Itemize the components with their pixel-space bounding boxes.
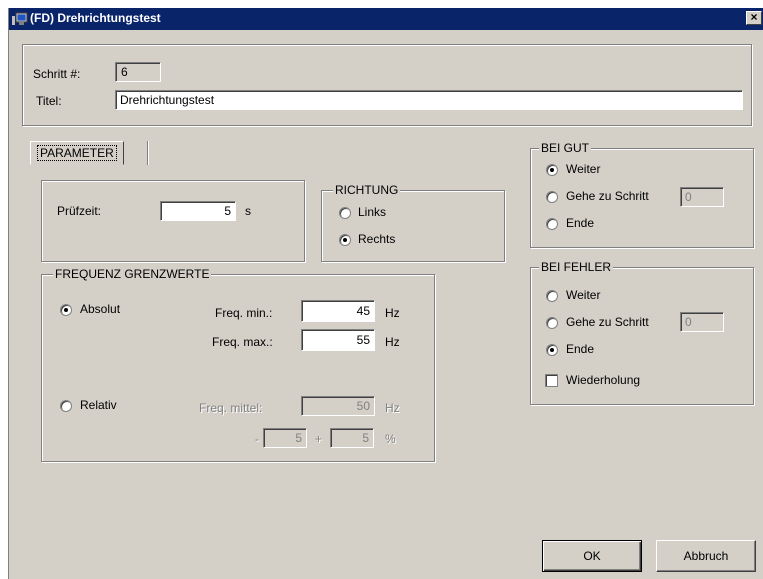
ok-button[interactable]: OK [542,540,642,572]
freq-min-label: Freq. min.: [215,306,273,320]
repeat-label[interactable]: Wiederholung [566,373,640,387]
on-error-radio-ende[interactable] [546,344,558,356]
on-error-radio-goto[interactable] [546,317,558,329]
step-field: 6 [115,62,161,82]
test-time-input[interactable]: 5 [160,201,236,221]
direction-radio-links[interactable] [339,207,351,219]
freq-mid-input[interactable]: 50 [301,396,375,416]
on-error-radio-weiter[interactable] [546,290,558,302]
on-error-legend: BEI FEHLER [539,260,614,274]
direction-option-links[interactable]: Links [358,205,386,219]
tolerance-unit: % [385,432,396,446]
title-label: Titel: [36,94,62,108]
title-input[interactable]: Drehrichtungstest [115,90,743,110]
on-good-goto-input[interactable]: 0 [680,187,724,207]
on-error-option-goto[interactable]: Gehe zu Schritt [566,315,649,329]
test-time-label: Prüfzeit: [57,204,102,218]
frequency-radio-relative[interactable] [60,400,72,412]
tolerance-minus-input[interactable]: 5 [263,428,307,448]
test-time-group [41,180,305,262]
freq-max-input[interactable]: 55 [301,329,375,351]
tolerance-plus-sign: + [315,432,323,446]
tab-strip-divider [147,141,149,165]
on-good-radio-goto[interactable] [546,191,558,203]
direction-radio-rechts[interactable] [339,234,351,246]
on-good-radio-weiter[interactable] [546,164,558,176]
freq-max-label: Freq. max.: [212,335,273,349]
on-good-legend: BEI GUT [539,141,592,155]
freq-min-unit: Hz [385,306,400,320]
test-time-unit: s [245,204,251,218]
monitor-icon [12,12,28,26]
dialog-window: (FD) Drehrichtungstest × Schritt #: 6 Ti… [8,8,763,579]
freq-max-unit: Hz [385,335,400,349]
on-error-option-ende[interactable]: Ende [566,342,594,356]
close-button[interactable]: × [746,11,762,25]
direction-group [321,190,505,262]
frequency-relative-label[interactable]: Relativ [80,398,117,412]
cancel-button[interactable]: Abbruch [656,540,756,572]
header-group [22,44,752,126]
on-good-option-ende[interactable]: Ende [566,216,594,230]
on-good-radio-ende[interactable] [546,218,558,230]
freq-mid-label: Freq. mittel: [199,401,263,415]
frequency-legend: FREQUENZ GRENZWERTE [53,267,212,281]
on-error-group [530,267,754,405]
on-good-option-weiter[interactable]: Weiter [566,162,600,176]
frequency-absolute-label[interactable]: Absolut [80,302,120,316]
direction-option-rechts[interactable]: Rechts [358,232,395,246]
on-error-option-weiter[interactable]: Weiter [566,288,600,302]
direction-legend: RICHTUNG [333,183,401,197]
frequency-radio-absolute[interactable] [60,304,72,316]
tolerance-plus-input[interactable]: 5 [330,428,374,448]
tolerance-minus-sign: - [255,432,259,446]
window-title: (FD) Drehrichtungstest [30,11,161,25]
freq-mid-unit: Hz [385,401,400,415]
on-good-option-goto[interactable]: Gehe zu Schritt [566,189,649,203]
step-label: Schritt #: [33,67,81,81]
repeat-checkbox[interactable] [545,374,558,387]
tab-parameter[interactable]: PARAMETER [30,141,124,165]
freq-min-input[interactable]: 45 [301,300,375,322]
on-error-goto-input[interactable]: 0 [680,312,724,332]
title-bar: (FD) Drehrichtungstest × [9,8,763,30]
tab-parameter-label: PARAMETER [37,145,117,161]
close-icon: × [750,10,758,24]
